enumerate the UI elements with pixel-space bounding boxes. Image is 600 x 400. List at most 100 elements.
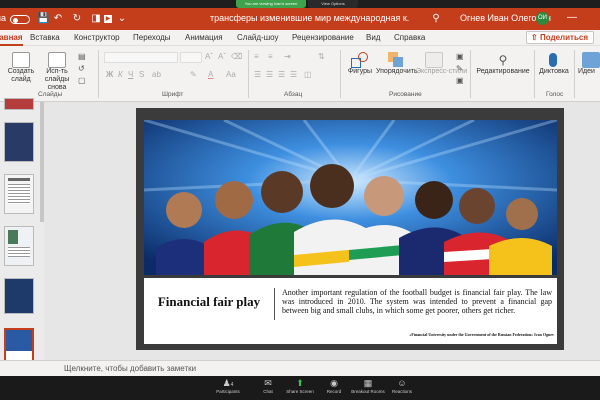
divider [340,50,341,98]
view-options-button[interactable]: View Options [308,0,358,8]
columns-icon[interactable]: ◫ [304,70,312,80]
editing-label: Редактирование [476,68,530,75]
notes-pane[interactable]: Щелкните, чтобы добавить заметки [44,360,600,376]
underline-icon[interactable]: Ч [128,70,133,80]
shape-effects-icon[interactable]: ▣ [456,76,464,86]
increase-font-icon[interactable]: Aˆ [205,52,213,62]
quick-styles-icon [425,52,443,68]
tab-help[interactable]: Справка [394,33,425,42]
slide-thumbnail[interactable] [4,122,34,162]
chevron-down-icon[interactable]: ⌄ [116,13,128,25]
share-button[interactable]: ⇧ Поделиться [526,31,594,44]
indent-icon[interactable]: ⇥ [284,52,291,62]
slide-thumbnail[interactable] [4,174,34,214]
notes-placeholder[interactable]: Щелкните, чтобы добавить заметки [64,364,196,373]
autosave-toggle[interactable] [10,15,30,24]
justify-icon[interactable]: ☰ [290,70,297,80]
section-icon[interactable]: ▢ [78,76,86,86]
slide-text-area[interactable]: Financial fair play Another important re… [144,278,557,344]
designer-icon [582,52,600,68]
font-family-select[interactable] [104,52,178,63]
align-left-icon[interactable]: ☰ [254,70,261,80]
tab-slideshow[interactable]: Слайд-шоу [237,33,278,42]
slide-editing-area: Financial fair play Another important re… [44,102,600,360]
bullets-icon[interactable]: ≡ [254,52,259,62]
reuse-slides-label: Исп-ть слайды снова [44,68,70,91]
tab-transitions[interactable]: Переходы [133,33,171,42]
shape-fill-icon[interactable]: ▣ [456,52,464,62]
new-slide-icon [12,52,30,68]
slide-photo[interactable] [144,120,557,275]
slide-thumbnail[interactable] [4,278,34,314]
decrease-font-icon[interactable]: Aˇ [218,52,226,62]
divider [534,50,535,98]
ribbon-tabs: Главная Вставка Конструктор Переходы Ани… [0,30,600,46]
group-label-paragraph: Абзац [284,91,303,98]
tab-view[interactable]: Вид [366,33,380,42]
zoom-share-banner: You are viewing Ivan's screen View Optio… [0,0,600,8]
strikethrough-icon[interactable]: S [139,70,144,80]
font-color-icon[interactable]: A [208,70,213,80]
designer-button[interactable]: Идеи [578,52,600,76]
microphone-icon [549,53,557,67]
clear-format-icon[interactable]: ⌫ [231,52,242,62]
quick-styles-button[interactable]: Экспресс-стили [416,52,468,76]
highlight-icon[interactable]: ✎ [190,70,197,80]
slide-thumbnail-panel [0,98,44,364]
customize-qat-icon[interactable]: ▶ [104,15,112,23]
document-title[interactable]: трансферы изменившие мир международная к… [210,13,410,23]
participants-label: Participants [216,389,240,394]
tab-home[interactable]: Главная [0,33,23,46]
redo-icon[interactable]: ↻ [71,13,83,25]
slide-body-text[interactable]: Another important regulation of the foot… [282,288,552,315]
new-slide-button[interactable]: Создать слайд [6,52,36,84]
sharing-status-pill: You are viewing Ivan's screen [236,0,306,8]
find-icon: ⚲ [498,53,508,67]
save-icon[interactable]: 💾 [37,13,49,25]
char-spacing-icon[interactable]: ab [152,70,161,80]
arrange-button[interactable]: Упорядочить [376,52,418,76]
layout-icon[interactable]: ▤ [78,52,86,62]
slide-thumbnail[interactable] [4,226,34,266]
avatar[interactable]: ОИ [536,12,549,25]
slide-footer[interactable]: «Financial University under the Governme… [344,332,554,337]
notes-left-gutter [0,360,44,376]
participants-count: 4 [230,382,234,388]
align-center-icon[interactable]: ☰ [266,70,273,80]
dictate-label: Диктовка [539,68,569,75]
reuse-slides-icon [48,52,66,68]
shape-outline-icon[interactable]: ✎ [456,64,463,74]
participants-button[interactable]: ♟4 Participants [208,378,248,395]
reset-icon[interactable]: ↺ [78,64,85,74]
italic-icon[interactable]: К [118,70,123,80]
current-slide[interactable]: Financial fair play Another important re… [136,108,564,350]
minimize-icon[interactable]: — [565,12,579,24]
participants-icon: ♟4 [222,378,234,388]
case-icon[interactable]: Aa [226,70,236,80]
quick-styles-label: Экспресс-стили [416,68,468,75]
share-button-label: Поделиться [539,33,588,42]
editing-button[interactable]: ⚲ Редактирование [474,52,532,76]
undo-icon[interactable]: ↶ [52,13,64,25]
tab-animations[interactable]: Анимация [185,33,223,42]
shapes-button[interactable]: Фигуры [344,52,376,76]
slide-thumbnail-selected[interactable] [4,328,34,364]
slide-heading[interactable]: Financial fair play [144,294,274,310]
tab-insert[interactable]: Вставка [30,33,60,42]
reuse-slides-button[interactable]: Исп-ть слайды снова [40,52,74,92]
tab-design[interactable]: Конструктор [74,33,120,42]
font-size-select[interactable] [180,52,202,63]
align-right-icon[interactable]: ☰ [278,70,285,80]
group-label-drawing: Рисование [389,91,422,98]
bold-icon[interactable]: Ж [106,70,113,80]
start-slideshow-icon[interactable]: ◨ [90,13,102,25]
search-icon[interactable]: ⚲ [430,13,442,25]
slide-thumbnail[interactable] [4,98,34,110]
dictate-button[interactable]: Диктовка [536,52,572,76]
text-direction-icon[interactable]: ⇅ [318,52,325,62]
numbering-icon[interactable]: ≡ [268,52,273,62]
tab-review[interactable]: Рецензирование [292,33,354,42]
reactions-button[interactable]: ☺ Reactions [382,378,422,395]
new-slide-label: Создать слайд [7,68,35,83]
arrange-label: Упорядочить [376,68,418,75]
